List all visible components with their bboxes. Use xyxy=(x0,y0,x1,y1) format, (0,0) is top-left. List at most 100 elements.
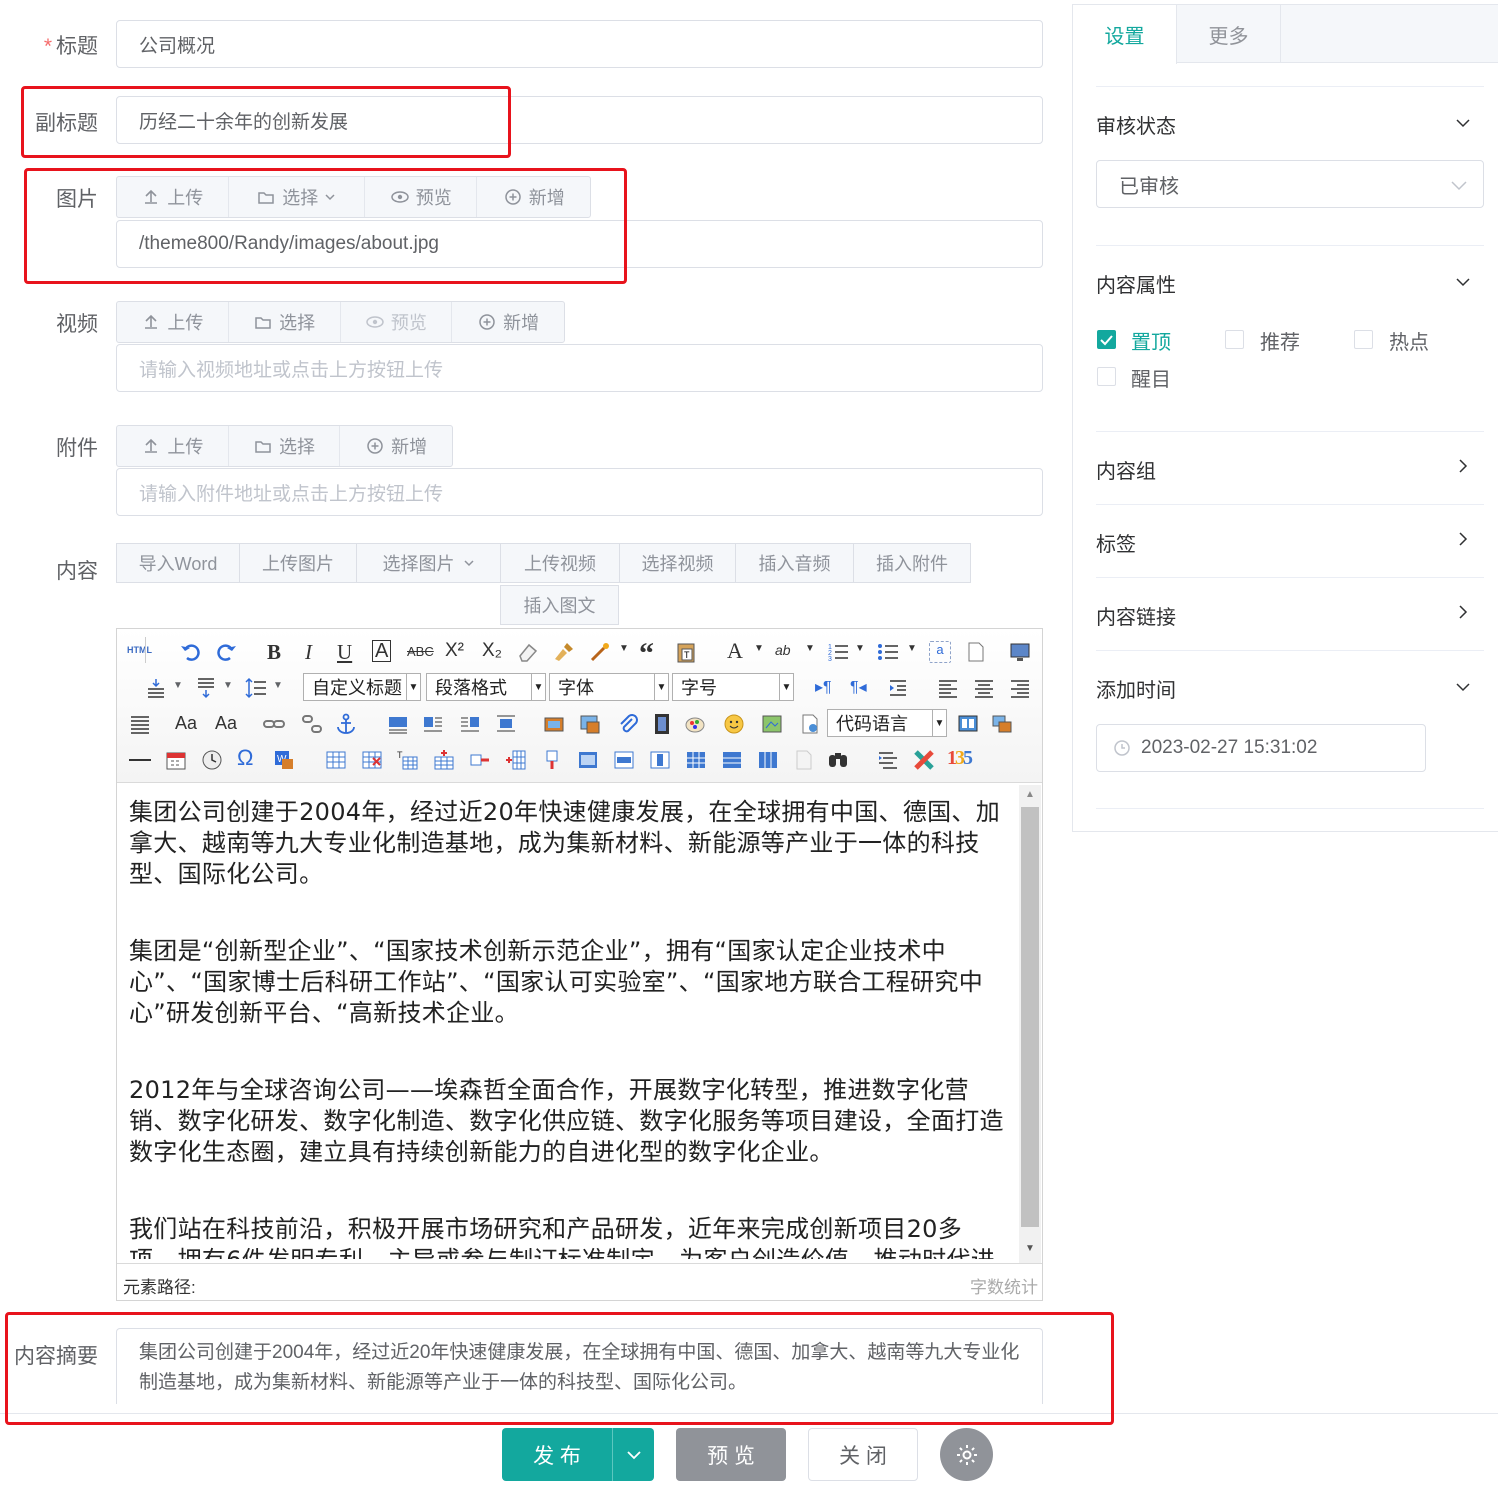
import-word-button[interactable]: 导入Word xyxy=(116,543,240,583)
content-group-header[interactable]: 内容组 xyxy=(1096,455,1484,485)
background-icon[interactable] xyxy=(991,713,1013,735)
checkbox-recommend[interactable] xyxy=(1225,330,1244,349)
date-icon[interactable] xyxy=(165,749,187,771)
merge-right-icon[interactable] xyxy=(613,749,635,771)
close-button[interactable]: 关 闭 xyxy=(808,1428,918,1481)
word-image-icon[interactable]: W xyxy=(273,749,295,771)
preview-button[interactable]: 预 览 xyxy=(676,1428,786,1481)
map-icon[interactable] xyxy=(761,713,783,735)
code-language-select[interactable]: 代码语言 ▼ xyxy=(827,709,947,737)
checkbox-hot[interactable] xyxy=(1354,330,1373,349)
page-break-icon[interactable] xyxy=(965,641,987,663)
paste-plain-icon[interactable]: T xyxy=(675,641,697,663)
title-input[interactable]: 公司概况 xyxy=(116,20,1043,68)
split-to-cols-icon[interactable] xyxy=(757,749,779,771)
insert-image-icon[interactable] xyxy=(579,713,601,735)
split-to-rows-icon[interactable] xyxy=(721,749,743,771)
delete-column-icon[interactable] xyxy=(541,749,563,771)
uppercase-icon[interactable]: Aa xyxy=(175,713,197,734)
image-right-icon[interactable] xyxy=(459,713,481,735)
merge-down-icon[interactable] xyxy=(649,749,671,771)
review-status-select[interactable]: 已审核 xyxy=(1096,160,1484,208)
upload-video-button[interactable]: 上传视频 xyxy=(500,543,620,583)
checkbox-top[interactable] xyxy=(1097,330,1116,349)
row-spacing-top-icon[interactable] xyxy=(145,677,167,699)
insert-audio-button[interactable]: 插入音频 xyxy=(735,543,854,583)
background-color-icon[interactable]: ab xyxy=(775,642,791,658)
auto-format-icon[interactable] xyxy=(589,641,611,663)
image-none-icon[interactable] xyxy=(387,713,409,735)
content-link-header[interactable]: 内容链接 xyxy=(1096,601,1484,631)
paragraph-format-select[interactable]: 段落格式 ▼ xyxy=(426,673,546,701)
indent-icon[interactable] xyxy=(887,677,909,699)
unordered-list-dropdown-icon[interactable]: ▼ xyxy=(907,643,917,654)
upload-image-button[interactable]: 上传图片 xyxy=(239,543,357,583)
insert-table-icon[interactable] xyxy=(325,749,347,771)
bold-icon[interactable]: B xyxy=(267,640,281,665)
line-height-dropdown-icon[interactable]: ▼ xyxy=(273,680,283,691)
special-chars-icon[interactable]: Ω xyxy=(237,745,253,771)
undo-icon[interactable] xyxy=(179,641,201,663)
editor-scrollbar[interactable]: ▲ ▼ xyxy=(1019,785,1041,1263)
font-color-dropdown-icon[interactable]: ▼ xyxy=(754,643,764,654)
video-add-button[interactable]: 新增 xyxy=(452,302,564,342)
background-color-dropdown-icon[interactable]: ▼ xyxy=(805,643,815,654)
publish-button[interactable]: 发 布 xyxy=(502,1428,612,1481)
attachment-upload-button[interactable]: 上传 xyxy=(117,426,229,466)
font-border-icon[interactable]: A xyxy=(372,640,392,662)
editor-content[interactable]: 集团公司创建于2004年，经过近20年快速健康发展，在全球拥有中国、德国、加拿大… xyxy=(129,797,1009,1259)
search-replace-icon[interactable] xyxy=(827,749,849,771)
image-center-icon[interactable] xyxy=(495,713,517,735)
tab-settings[interactable]: 设置 xyxy=(1073,5,1177,64)
video-upload-button[interactable]: 上传 xyxy=(117,302,229,342)
scrawl-icon[interactable] xyxy=(685,713,707,735)
135-editor-icon[interactable]: 135 xyxy=(947,747,973,770)
add-time-picker[interactable]: 2023-02-27 15:31:02 xyxy=(1096,724,1426,772)
checkbox-highlight[interactable] xyxy=(1097,367,1116,386)
checkbox-top-label[interactable]: 置顶 xyxy=(1131,326,1171,355)
delete-table-icon[interactable] xyxy=(361,749,383,771)
select-video-button[interactable]: 选择视频 xyxy=(619,543,736,583)
image-upload-button[interactable]: 上传 xyxy=(117,177,229,217)
image-preview-button[interactable]: 预览 xyxy=(365,177,478,217)
emotion-icon[interactable] xyxy=(723,713,745,735)
direction-ltr-icon[interactable]: ▸¶ xyxy=(815,677,832,697)
delete-row-icon[interactable] xyxy=(469,749,491,771)
row-spacing-top-dropdown-icon[interactable]: ▼ xyxy=(173,680,183,691)
attachment-clip-icon[interactable] xyxy=(617,713,639,735)
align-justify-icon[interactable] xyxy=(129,713,151,735)
insert-frame-icon[interactable]: a xyxy=(929,641,951,663)
content-attrs-header[interactable]: 内容属性 xyxy=(1096,269,1484,299)
image-left-icon[interactable] xyxy=(422,713,444,735)
video-url-input[interactable]: 请输入视频地址或点击上方按钮上传 xyxy=(116,344,1043,392)
strikethrough-icon[interactable]: ABC xyxy=(407,644,434,659)
eraser-icon[interactable] xyxy=(517,641,539,663)
image-add-button[interactable]: 新增 xyxy=(477,177,590,217)
settings-button[interactable] xyxy=(940,1428,993,1481)
insert-attachment-button[interactable]: 插入附件 xyxy=(853,543,971,583)
video-preview-button[interactable]: 预览 xyxy=(341,302,453,342)
checkbox-highlight-label[interactable]: 醒目 xyxy=(1131,363,1171,392)
attachment-select-button[interactable]: 选择 xyxy=(229,426,341,466)
merge-cells-icon[interactable] xyxy=(577,749,599,771)
align-right-icon[interactable] xyxy=(1009,677,1031,699)
unordered-list-icon[interactable] xyxy=(877,641,899,663)
video-select-button[interactable]: 选择 xyxy=(229,302,341,342)
template-icon[interactable] xyxy=(957,713,979,735)
auto-format-dropdown-icon[interactable]: ▼ xyxy=(619,643,629,654)
cross-tool-icon[interactable] xyxy=(913,749,935,771)
fullscreen-icon[interactable] xyxy=(1009,641,1031,663)
checkbox-recommend-label[interactable]: 推荐 xyxy=(1260,326,1300,355)
image-select-button[interactable]: 选择 xyxy=(229,177,365,217)
font-family-select[interactable]: 字体 ▼ xyxy=(549,673,669,701)
split-to-cells-icon[interactable] xyxy=(685,749,707,771)
format-brush-icon[interactable] xyxy=(553,641,575,663)
align-left-icon[interactable] xyxy=(937,677,959,699)
drafts-icon[interactable] xyxy=(877,749,899,771)
summary-textarea[interactable]: 集团公司创建于2004年，经过近20年快速健康发展，在全球拥有中国、德国、加拿大… xyxy=(116,1328,1043,1404)
checkbox-hot-label[interactable]: 热点 xyxy=(1389,326,1429,355)
insert-paragraph-before-table-icon[interactable]: T xyxy=(397,749,419,771)
insert-image-text-button[interactable]: 插入图文 xyxy=(500,585,619,625)
italic-icon[interactable]: I xyxy=(305,640,312,665)
align-center-icon[interactable] xyxy=(973,677,995,699)
